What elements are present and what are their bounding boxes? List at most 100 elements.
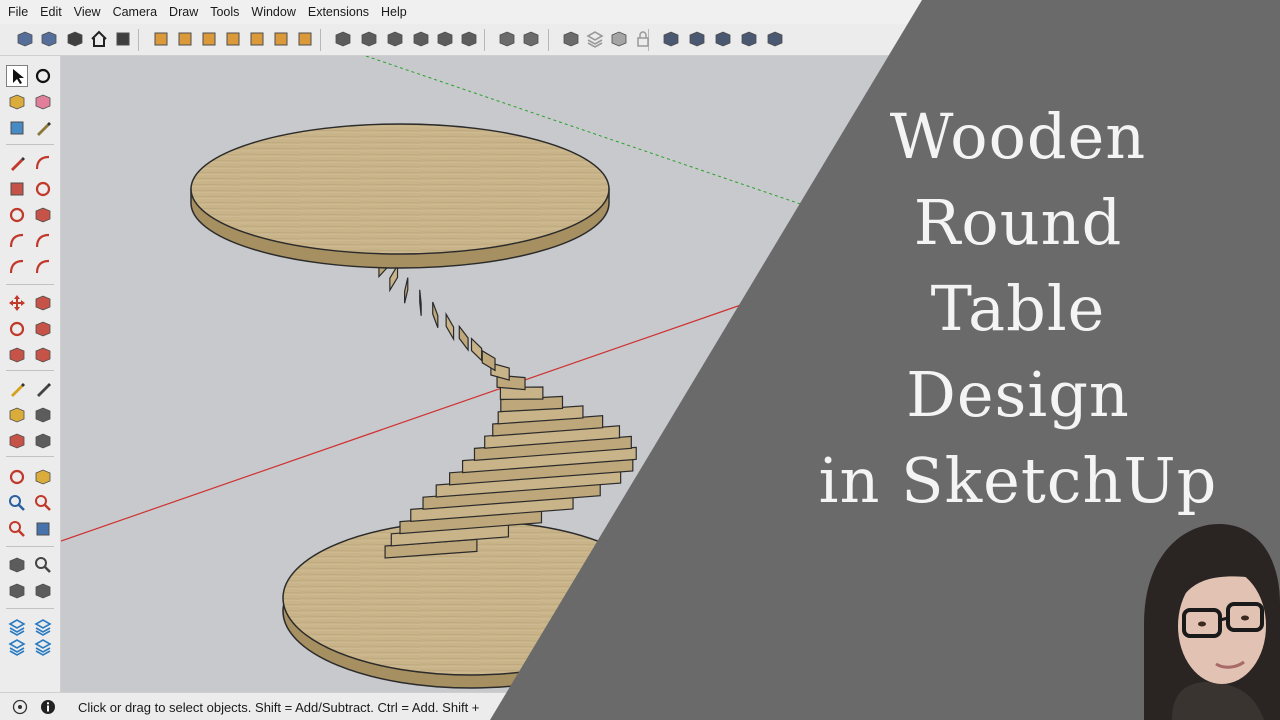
axes-icon[interactable] — [6, 430, 28, 452]
menu-file[interactable]: File — [0, 0, 34, 24]
component-icon[interactable] — [112, 27, 134, 51]
rotated-rectangle-icon[interactable] — [32, 178, 54, 200]
lock-icon[interactable] — [632, 27, 654, 51]
protractor-icon[interactable] — [6, 404, 28, 426]
follow-me-icon[interactable] — [32, 318, 54, 340]
get-models-icon[interactable] — [14, 27, 36, 51]
eraser-icon[interactable] — [32, 91, 54, 113]
three-point-arc-icon[interactable] — [6, 256, 28, 278]
menu-extensions[interactable]: Extensions — [302, 0, 375, 24]
sandbox-contours-icon[interactable] — [6, 616, 28, 638]
title-line: Design — [906, 358, 1130, 431]
back-edges-icon[interactable] — [358, 27, 380, 51]
walk-icon[interactable] — [6, 580, 28, 602]
sandbox-scratch-icon[interactable] — [32, 616, 54, 638]
pan-icon[interactable] — [32, 466, 54, 488]
scenes-icon[interactable] — [608, 27, 630, 51]
status-bar: Click or drag to select objects. Shift =… — [0, 692, 1280, 720]
zoom-extents-icon[interactable] — [6, 518, 28, 540]
spiral-step[interactable] — [481, 349, 496, 372]
3d-text-icon[interactable] — [32, 430, 54, 452]
zoom-icon[interactable] — [6, 492, 28, 514]
move-icon[interactable] — [6, 292, 28, 314]
home-icon[interactable] — [88, 27, 110, 51]
paint-bucket-icon[interactable] — [6, 91, 28, 113]
push-pull-icon[interactable] — [32, 292, 54, 314]
back-view-icon[interactable] — [246, 27, 268, 51]
bottom-view-icon[interactable] — [294, 27, 316, 51]
info-icon[interactable] — [12, 699, 28, 715]
zoom-window-icon[interactable] — [32, 492, 54, 514]
orbit-icon[interactable] — [6, 466, 28, 488]
extension-a-icon[interactable] — [660, 27, 682, 51]
top-toolbar — [0, 24, 1280, 56]
shaded-icon[interactable] — [434, 27, 456, 51]
table-top[interactable] — [190, 123, 610, 269]
menu-camera[interactable]: Camera — [107, 0, 163, 24]
look-around-icon[interactable] — [32, 554, 54, 576]
share-model-icon[interactable] — [38, 27, 60, 51]
spiral-step[interactable] — [432, 301, 439, 328]
sandbox-stamp-icon[interactable] — [32, 636, 54, 658]
menu-edit[interactable]: Edit — [34, 0, 68, 24]
help-circle-icon[interactable] — [40, 699, 56, 715]
shaded-textures-icon[interactable] — [458, 27, 480, 51]
section-plane-icon[interactable] — [496, 27, 518, 51]
offset-icon[interactable] — [32, 344, 54, 366]
menu-help[interactable]: Help — [375, 0, 413, 24]
warehouse-icon[interactable] — [64, 27, 86, 51]
extension-b-icon[interactable] — [686, 27, 708, 51]
dimension-icon[interactable] — [32, 378, 54, 400]
xray-icon[interactable] — [332, 27, 354, 51]
previous-view-icon[interactable] — [32, 518, 54, 540]
left-toolbar — [0, 56, 61, 692]
rotate-icon[interactable] — [6, 318, 28, 340]
select-icon[interactable] — [6, 65, 28, 87]
extension-c-icon[interactable] — [712, 27, 734, 51]
top-view-icon[interactable] — [174, 27, 196, 51]
component-tool-icon[interactable] — [6, 117, 28, 139]
video-title: Wooden Round Table Design in SketchUp — [800, 94, 1236, 524]
pie-icon[interactable] — [32, 256, 54, 278]
hidden-line-icon[interactable] — [410, 27, 432, 51]
section-plane-tool-icon[interactable] — [32, 580, 54, 602]
layers-icon[interactable] — [584, 27, 606, 51]
sandbox-smoove-icon[interactable] — [6, 636, 28, 658]
menu-tools[interactable]: Tools — [204, 0, 245, 24]
circle-icon[interactable] — [6, 204, 28, 226]
extension-e-icon[interactable] — [764, 27, 786, 51]
scale-icon[interactable] — [6, 344, 28, 366]
text-icon[interactable] — [32, 404, 54, 426]
arc-icon[interactable] — [6, 230, 28, 252]
spiral-step[interactable] — [470, 337, 483, 362]
tape-icon[interactable] — [32, 117, 54, 139]
menu-draw[interactable]: Draw — [163, 0, 204, 24]
tape-measure-icon[interactable] — [6, 378, 28, 400]
wireframe-icon[interactable] — [384, 27, 406, 51]
right-view-icon[interactable] — [222, 27, 244, 51]
display-section-icon[interactable] — [520, 27, 542, 51]
menu-window[interactable]: Window — [245, 0, 301, 24]
spiral-step[interactable] — [445, 311, 455, 342]
two-point-arc-icon[interactable] — [32, 230, 54, 252]
spiral-step[interactable] — [458, 324, 469, 352]
extension-d-icon[interactable] — [738, 27, 760, 51]
menu-view[interactable]: View — [68, 0, 107, 24]
spiral-step[interactable] — [404, 277, 409, 304]
spiral-step[interactable] — [389, 263, 399, 293]
position-camera-icon[interactable] — [6, 554, 28, 576]
spiral-step[interactable] — [419, 289, 422, 316]
pencil-icon[interactable] — [6, 152, 28, 174]
orbit-hand-icon[interactable] — [32, 65, 54, 87]
rectangle-icon[interactable] — [6, 178, 28, 200]
sketchup-window: File Edit View Camera Draw Tools Window Extensi… — [0, 0, 1280, 720]
title-line: in SketchUp — [818, 444, 1218, 517]
left-view-icon[interactable] — [270, 27, 292, 51]
freehand-icon[interactable] — [32, 152, 54, 174]
spiral-stem[interactable] — [373, 239, 637, 559]
front-view-icon[interactable] — [198, 27, 220, 51]
title-line: Wooden — [889, 100, 1147, 173]
outliner-icon[interactable] — [560, 27, 582, 51]
polygon-icon[interactable] — [32, 204, 54, 226]
iso-view-icon[interactable] — [150, 27, 172, 51]
